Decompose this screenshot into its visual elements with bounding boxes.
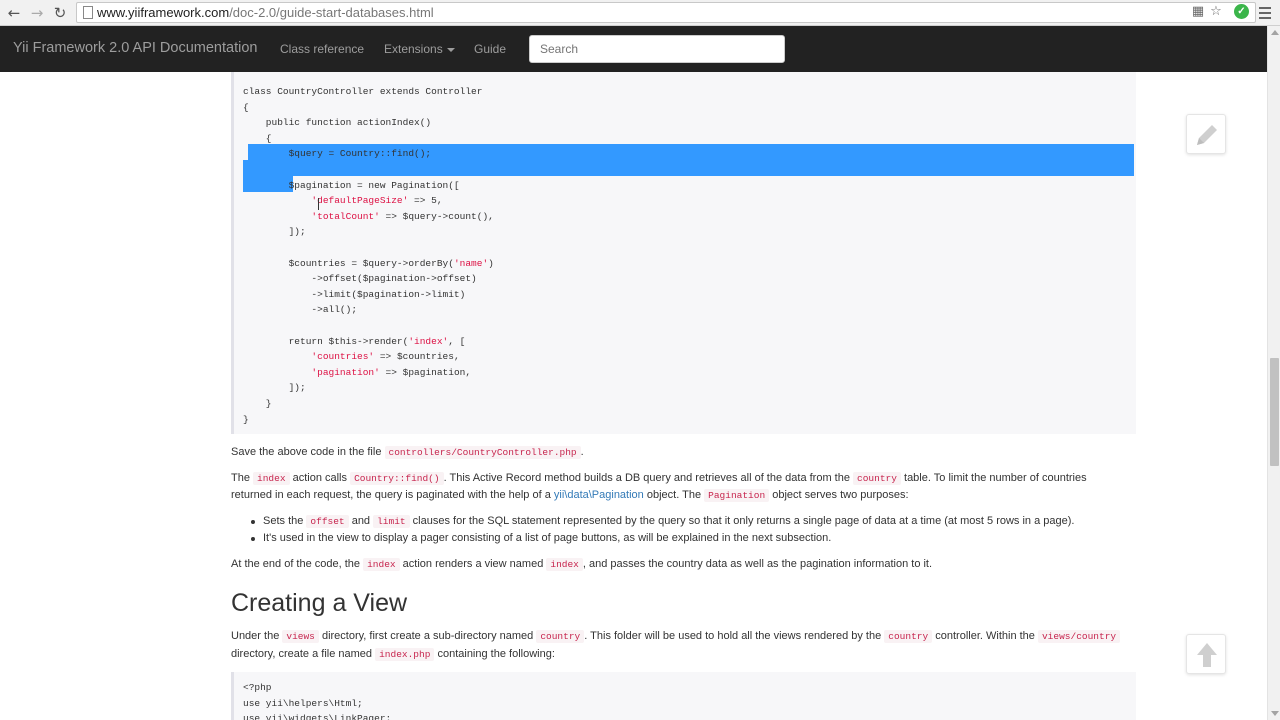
inline-code: country [884, 630, 933, 643]
list-item: Sets the offset and limit clauses for th… [263, 515, 1075, 528]
inline-code: index [363, 558, 400, 571]
inline-code: views [282, 630, 319, 643]
code-line: use yii\widgets\LinkPager; [243, 713, 392, 720]
browser-toolbar: ← → ↻ www.yiiframework.com/doc-2.0/guide… [0, 0, 1280, 26]
caret-down-icon [446, 47, 455, 52]
list-item: It's used in the view to display a pager… [263, 532, 832, 544]
nav-extensions[interactable]: Extensions [384, 42, 455, 56]
code-line: ->limit($pagination->limit) [243, 288, 466, 300]
inline-code: Pagination [704, 489, 770, 502]
code-line: 'totalCount' => $query->count(), [311, 210, 494, 222]
bullet-icon [251, 537, 255, 541]
inline-code: controllers/CountryController.php [384, 446, 581, 459]
extension-icon[interactable]: ✓ [1234, 4, 1249, 19]
arrow-up-icon [1197, 643, 1217, 667]
inline-code: Country::find() [350, 472, 444, 485]
nav-class-reference[interactable]: Class reference [280, 42, 364, 56]
inline-code: index [253, 472, 290, 485]
inline-code: limit [373, 515, 410, 528]
code-line: class CountryController extends Controll… [243, 86, 483, 97]
edit-page-button[interactable] [1186, 114, 1226, 154]
back-icon[interactable]: ← [4, 3, 24, 23]
paragraph-end-of-code: At the end of the code, the index action… [231, 558, 933, 571]
scroll-thumb[interactable] [1270, 358, 1279, 466]
code-line: $countries = $query->orderBy('name') [243, 257, 494, 269]
paragraph-views: Under the views directory, first create … [231, 628, 1121, 646]
code-line: 'countries' => $countries, [311, 351, 460, 363]
site-navbar: Yii Framework 2.0 API Documentation Clas… [0, 26, 1267, 72]
page-scrollbar[interactable] [1267, 26, 1280, 720]
paragraph-views-cont: directory, create a file named index.php… [231, 648, 555, 661]
inline-code: index [546, 558, 583, 571]
reload-icon[interactable]: ↻ [50, 3, 70, 23]
brand-link[interactable]: Yii Framework 2.0 API Documentation [13, 40, 257, 56]
bullet-icon [251, 520, 255, 524]
paragraph-index-action: The index action calls Country::find(). … [231, 472, 1087, 485]
code-line: ]); [243, 226, 306, 238]
scroll-up-icon[interactable] [1271, 30, 1279, 35]
scroll-down-icon[interactable] [1271, 711, 1279, 716]
pagination-class-link[interactable]: yii\data\Pagination [554, 489, 644, 501]
code-line: } [243, 398, 272, 409]
code-line: return $this->render('index', [ [243, 335, 466, 347]
page-icon [83, 6, 93, 19]
selection-highlight [243, 160, 1134, 176]
code-line: use yii\helpers\Html; [243, 697, 363, 709]
code-block-controller: class CountryController extends Controll… [231, 72, 1136, 434]
search-input[interactable] [529, 35, 785, 63]
code-line: 'pagination' => $pagination, [311, 366, 472, 378]
inline-code: offset [306, 515, 349, 528]
pencil-icon [1197, 125, 1217, 145]
code-line: public function actionIndex() [243, 117, 432, 129]
paragraph-index-action-cont: returned in each request, the query is p… [231, 489, 909, 502]
scroll-to-top-button[interactable] [1186, 634, 1226, 674]
code-line: ->offset($pagination->offset) [243, 273, 477, 285]
code-line: 'defaultPageSize' => 5, [311, 195, 443, 207]
code-line: $pagination = new Pagination([ [243, 179, 460, 191]
code-line: ]); [243, 382, 306, 394]
code-line: } [243, 413, 249, 425]
nav-guide[interactable]: Guide [474, 42, 506, 56]
inline-code: country [536, 630, 585, 643]
code-block-view: <?php use yii\helpers\Html; use yii\widget… [231, 672, 1136, 720]
heading-creating-a-view: Creating a View [231, 589, 408, 617]
inline-code: index.php [375, 648, 435, 661]
inline-code: country [853, 472, 901, 485]
inline-code: views/country [1037, 630, 1121, 643]
code-line: { [243, 101, 249, 113]
url-text: www.yiiframework.com/doc-2.0/guide-start… [97, 5, 434, 20]
code-line: $query = Country::find(); [243, 148, 432, 160]
translate-icon[interactable]: ▦ [1190, 4, 1206, 20]
text-cursor [318, 198, 319, 210]
paragraph-save: Save the above code in the file controll… [231, 446, 584, 459]
code-line: ->all(); [243, 304, 358, 316]
code-line: <?php [243, 682, 272, 693]
forward-icon[interactable]: → [27, 3, 47, 23]
code-line: { [243, 132, 272, 144]
address-bar[interactable]: www.yiiframework.com/doc-2.0/guide-start… [76, 2, 1256, 23]
menu-icon[interactable] [1258, 4, 1272, 20]
bookmark-star-icon[interactable]: ☆ [1208, 4, 1224, 20]
